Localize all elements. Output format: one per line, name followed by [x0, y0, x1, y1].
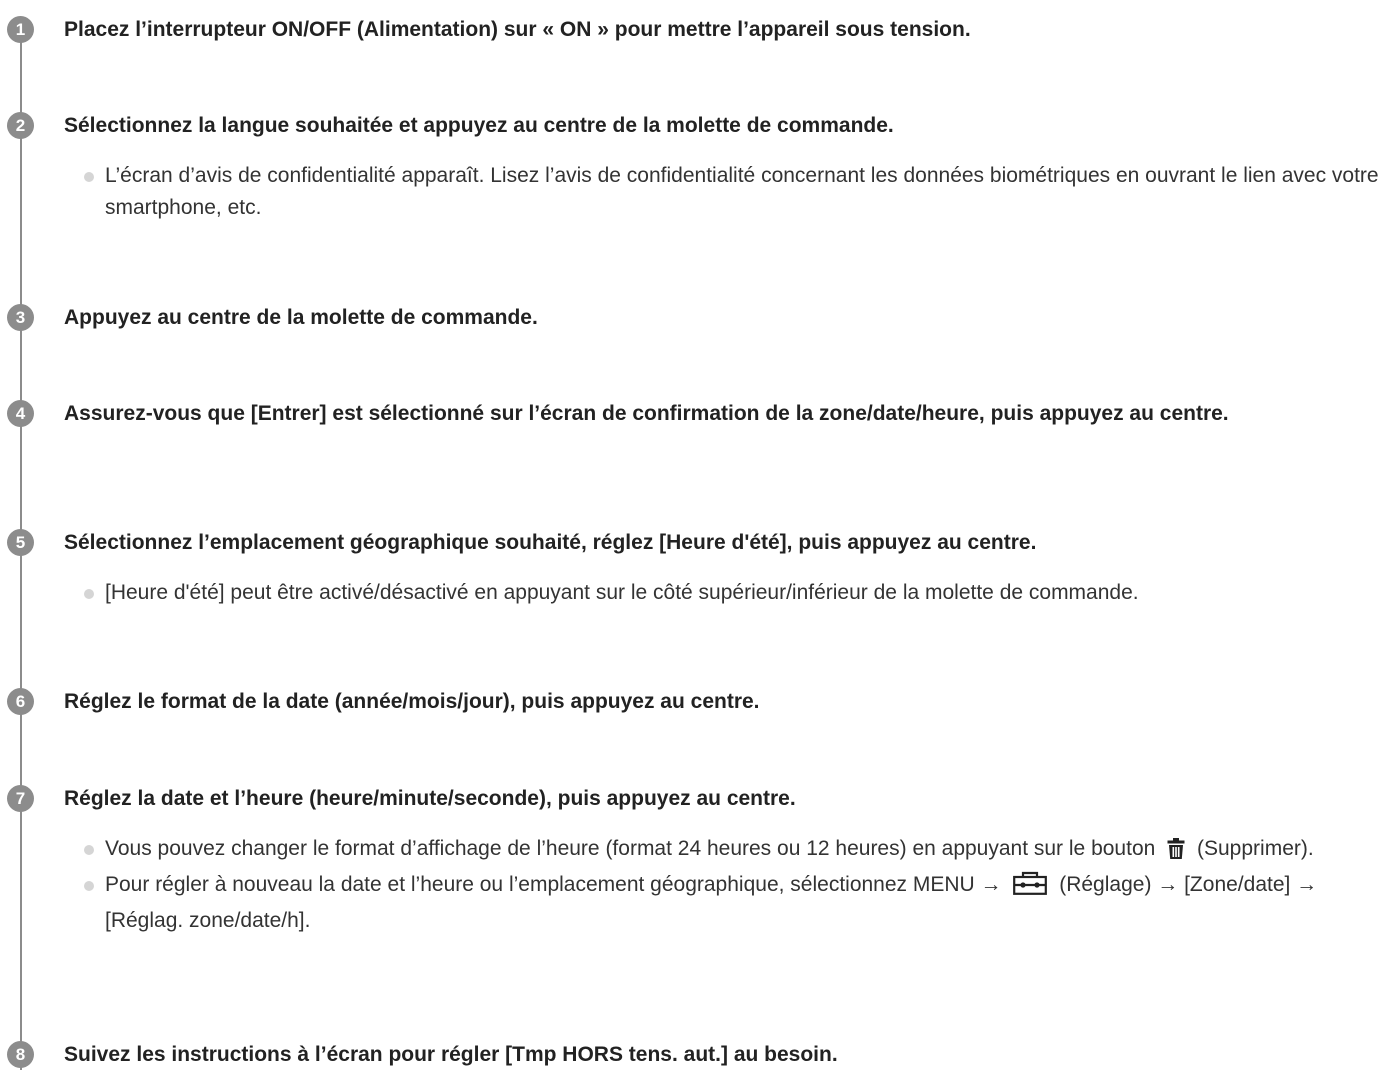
- step-note: Pour régler à nouveau la date et l’heure…: [84, 869, 1387, 937]
- note-text: Pour régler à nouveau la date et l’heure…: [105, 873, 1002, 896]
- step-notes: Vous pouvez changer le format d’affichag…: [0, 833, 1389, 937]
- bullet-dot-icon: [84, 881, 94, 891]
- step-title: Sélectionnez l’emplacement géographique …: [64, 531, 1037, 554]
- note-text: L’écran d’avis de confidentialité appara…: [105, 164, 1379, 219]
- step-8: 8 Suivez les instructions à l’écran pour…: [0, 1039, 1389, 1071]
- step-number-badge: 1: [7, 16, 34, 43]
- step-title: Suivez les instructions à l’écran pour r…: [64, 1043, 838, 1066]
- step-title: Sélectionnez la langue souhaitée et appu…: [64, 114, 894, 137]
- step-number-badge: 4: [7, 400, 34, 427]
- step-number-badge: 8: [7, 1041, 34, 1068]
- step-number-badge: 3: [7, 304, 34, 331]
- step-notes: L’écran d’avis de confidentialité appara…: [0, 160, 1389, 224]
- bullet-dot-icon: [84, 845, 94, 855]
- step-number-badge: 6: [7, 688, 34, 715]
- step-number-badge: 2: [7, 112, 34, 139]
- step-number-badge: 7: [7, 785, 34, 812]
- bullet-dot-icon: [84, 589, 94, 599]
- step-note: Vous pouvez changer le format d’affichag…: [84, 833, 1387, 869]
- step-title: Assurez-vous que [Entrer] est sélectionn…: [64, 402, 1229, 425]
- note-text: (Supprimer).: [1197, 837, 1314, 860]
- note-text: [Heure d'été] peut être activé/désactivé…: [105, 581, 1139, 604]
- step-4: 4 Assurez-vous que [Entrer] est sélectio…: [0, 398, 1389, 430]
- step-6: 6 Réglez le format de la date (année/moi…: [0, 686, 1389, 718]
- trash-icon: [1167, 837, 1185, 869]
- step-note: [Heure d'été] peut être activé/désactivé…: [84, 577, 1387, 609]
- bullet-dot-icon: [84, 172, 94, 182]
- step-title: Réglez la date et l’heure (heure/minute/…: [64, 787, 796, 810]
- toolbox-icon: [1013, 871, 1048, 905]
- note-text: Vous pouvez changer le format d’affichag…: [105, 837, 1156, 860]
- step-title: Placez l’interrupteur ON/OFF (Alimentati…: [64, 18, 971, 41]
- step-2: 2 Sélectionnez la langue souhaitée et ap…: [0, 110, 1389, 224]
- step-1: 1 Placez l’interrupteur ON/OFF (Alimenta…: [0, 14, 1389, 46]
- step-title: Réglez le format de la date (année/mois/…: [64, 690, 760, 713]
- step-notes: [Heure d'été] peut être activé/désactivé…: [0, 577, 1389, 609]
- step-7: 7 Réglez la date et l’heure (heure/minut…: [0, 783, 1389, 937]
- step-note: L’écran d’avis de confidentialité appara…: [84, 160, 1387, 224]
- step-5: 5 Sélectionnez l’emplacement géographiqu…: [0, 527, 1389, 609]
- step-number-badge: 5: [7, 529, 34, 556]
- step-3: 3 Appuyez au centre de la molette de com…: [0, 302, 1389, 334]
- step-title: Appuyez au centre de la molette de comma…: [64, 306, 538, 329]
